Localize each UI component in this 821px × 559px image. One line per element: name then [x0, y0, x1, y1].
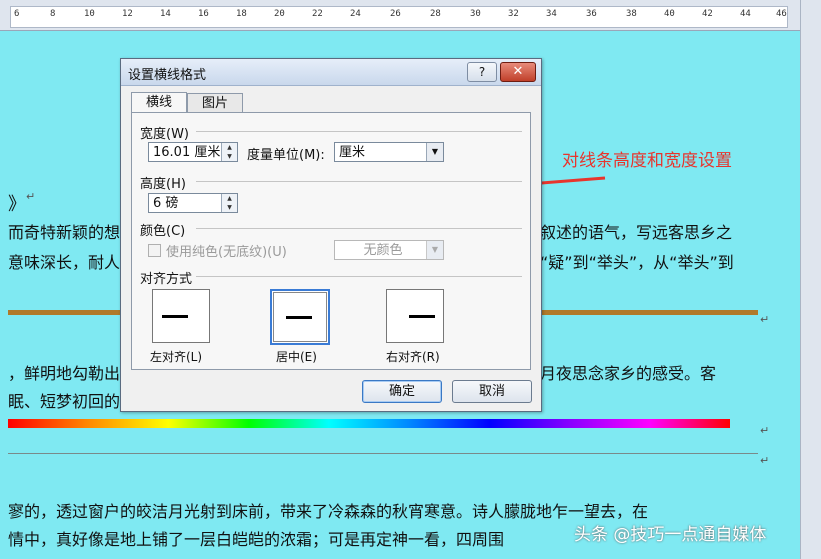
- ruler-label: 8: [50, 9, 56, 19]
- tab-panel: 宽度(W) 16.01 厘米 ▲ ▼ 度量单位(M): 厘米 ▼ 高度(H) 6 …: [131, 112, 531, 370]
- align-center-option[interactable]: [270, 289, 330, 345]
- unit-select[interactable]: 厘米 ▼: [334, 142, 444, 162]
- ruler-label: 46: [776, 9, 787, 19]
- doc-line-2-left: 意味深长，耐人: [8, 253, 121, 272]
- unit-label: 度量单位(M):: [247, 148, 325, 163]
- doc-line-3-left: ，鲜明地勾勒出: [8, 364, 121, 383]
- align-right-label: 右对齐(R): [386, 350, 440, 364]
- align-left-label: 左对齐(L): [150, 350, 203, 364]
- doc-line-1-right: 叙述的语气，写远客思乡之: [540, 223, 733, 242]
- paragraph-mark: ↵: [760, 424, 770, 437]
- spin-up-icon: ▲: [227, 144, 232, 151]
- ruler-label: 24: [350, 9, 361, 19]
- divider: [196, 131, 522, 132]
- annotation-text: 对线条高度和宽度设置: [562, 151, 732, 171]
- ok-button[interactable]: 确定: [362, 380, 442, 403]
- paragraph-mark: ↵: [760, 454, 770, 467]
- doc-line-2-right: “疑”到“举头”，从“举头”到: [540, 253, 734, 272]
- chevron-down-icon[interactable]: ▼: [426, 241, 443, 259]
- paragraph-mark: ↵: [760, 313, 770, 326]
- divider: [196, 276, 522, 277]
- ruler-label: 12: [122, 9, 133, 19]
- dialog-title: 设置横线格式: [128, 68, 207, 83]
- help-button[interactable]: ?: [467, 62, 497, 82]
- align-left-icon: [162, 315, 188, 318]
- solid-color-checkbox[interactable]: [148, 244, 161, 257]
- dialog-titlebar[interactable]: 设置横线格式 ? ✕: [121, 59, 541, 86]
- ruler-label: 42: [702, 9, 713, 19]
- horizontal-rule-thin[interactable]: [8, 453, 758, 454]
- close-button[interactable]: ✕: [500, 62, 536, 82]
- height-spinner[interactable]: ▲ ▼: [221, 194, 237, 212]
- width-section-label: 宽度(W): [140, 127, 189, 142]
- tab-horizontal-line[interactable]: 横线: [131, 92, 187, 114]
- watermark: 头条 @技巧一点通自媒体: [574, 525, 767, 545]
- ruler-label: 10: [84, 9, 95, 19]
- ruler-label: 6: [14, 9, 20, 19]
- ruler-label: 20: [274, 9, 285, 19]
- ruler-label: 44: [740, 9, 751, 19]
- width-spinner[interactable]: ▲ ▼: [221, 143, 237, 161]
- ruler-label: 36: [586, 9, 597, 19]
- divider: [196, 228, 522, 229]
- ruler-label: 22: [312, 9, 323, 19]
- ruler-label: 38: [626, 9, 637, 19]
- ruler-label: 32: [508, 9, 519, 19]
- align-left-option[interactable]: [152, 289, 210, 343]
- alignment-section-label: 对齐方式: [140, 272, 193, 287]
- align-right-icon: [409, 315, 435, 318]
- spin-up-icon: ▲: [227, 195, 232, 202]
- vertical-scrollbar[interactable]: [800, 0, 821, 559]
- doc-line-3-right: 月夜思念家乡的感受。客: [540, 364, 717, 383]
- ruler-label: 28: [430, 9, 441, 19]
- doc-line-5: 寥的，透过窗户的皎洁月光射到床前，带来了冷森森的秋宵寒意。诗人朦胧地乍一望去，在: [8, 502, 649, 521]
- chevron-down-icon[interactable]: ▼: [426, 143, 443, 161]
- height-section-label: 高度(H): [140, 177, 186, 192]
- ruler-label: 34: [546, 9, 557, 19]
- doc-line-1-left: 而奇特新颖的想: [8, 223, 121, 242]
- width-input[interactable]: 16.01 厘米 ▲ ▼: [148, 142, 238, 162]
- align-right-option[interactable]: [386, 289, 444, 343]
- solid-color-label: 使用纯色(无底纹)(U): [166, 245, 287, 260]
- spin-down-icon: ▼: [227, 204, 232, 211]
- spin-down-icon: ▼: [227, 153, 232, 160]
- heading-fragment: 》 ↵: [8, 190, 36, 215]
- color-select[interactable]: 无颜色 ▼: [334, 240, 444, 260]
- cancel-button[interactable]: 取消: [452, 380, 532, 403]
- ruler-label: 16: [198, 9, 209, 19]
- doc-line-6: 情中，真好像是地上铺了一层白皑皑的浓霜；可是再定神一看，四周围: [8, 530, 505, 549]
- doc-line-4-left: 眠、短梦初回的: [8, 392, 121, 411]
- horizontal-rule-rainbow[interactable]: [8, 419, 730, 428]
- height-input[interactable]: 6 磅 ▲ ▼: [148, 193, 238, 213]
- horizontal-ruler[interactable]: 6 8 10 12 14 16 18 20 22 24 26 28 30 32 …: [0, 0, 800, 31]
- ruler-label: 18: [236, 9, 247, 19]
- color-section-label: 颜色(C): [140, 224, 186, 239]
- ruler-label: 14: [160, 9, 171, 19]
- tab-picture[interactable]: 图片: [187, 93, 243, 113]
- format-horizontal-line-dialog: 设置横线格式 ? ✕ 横线 图片 宽度(W) 16.01 厘米 ▲ ▼ 度量单位(…: [120, 58, 542, 412]
- divider: [196, 181, 522, 182]
- align-center-label: 居中(E): [276, 350, 317, 364]
- ruler-label: 26: [390, 9, 401, 19]
- ruler-label: 40: [664, 9, 675, 19]
- ruler-label: 30: [470, 9, 481, 19]
- align-center-icon: [286, 316, 312, 319]
